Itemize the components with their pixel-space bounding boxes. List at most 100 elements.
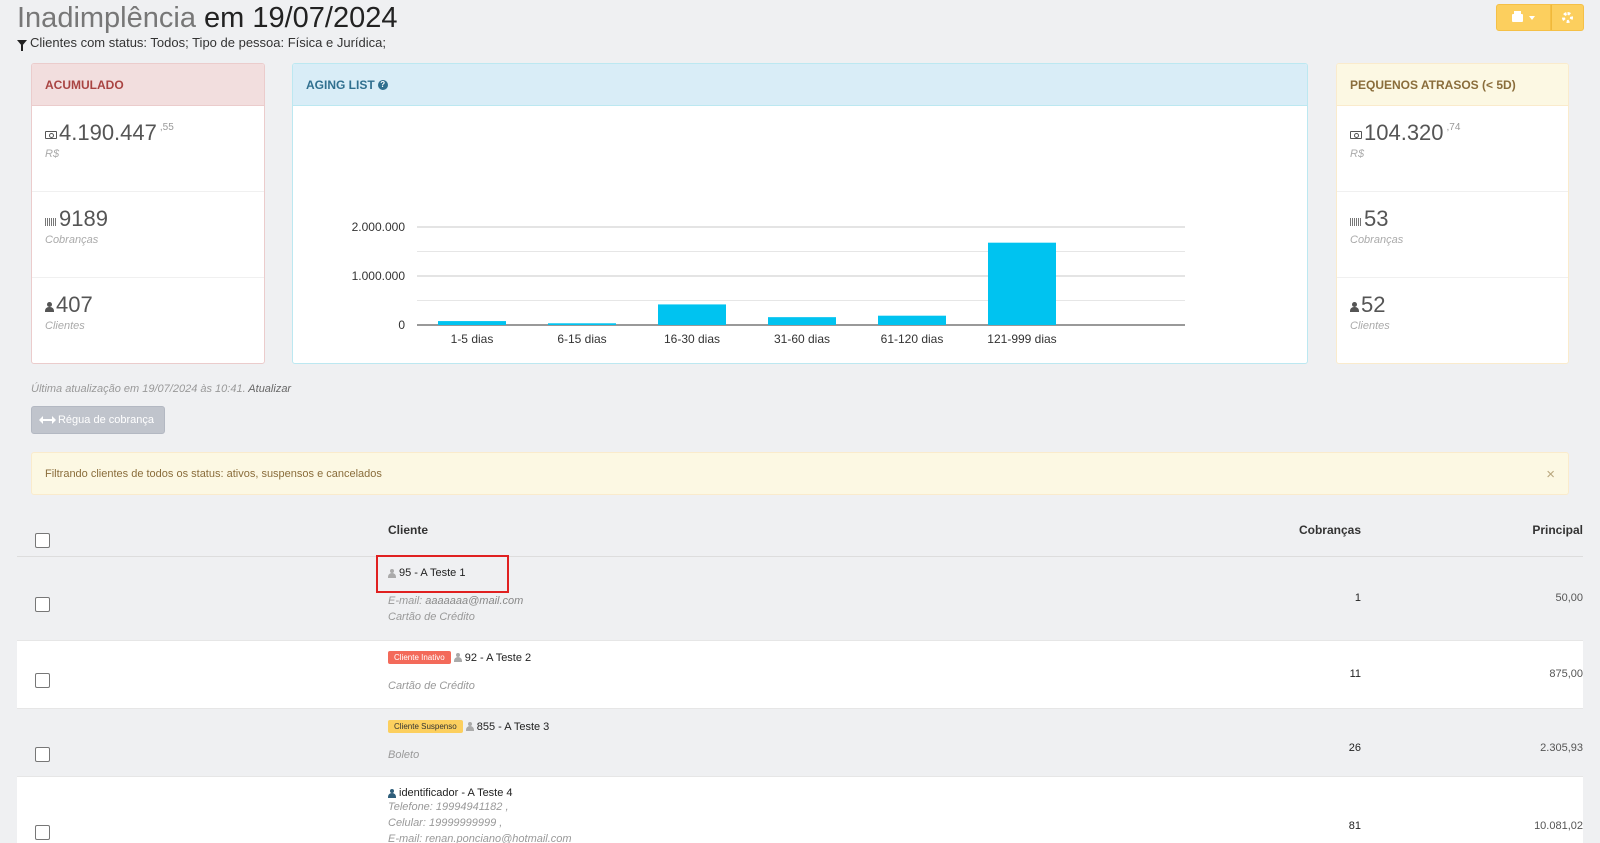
charges-cell: 81 — [1348, 820, 1361, 832]
filter-summary-text: Clientes com status: Todos; Tipo de pess… — [30, 35, 386, 50]
principal-cell: 2.305,93 — [1540, 742, 1583, 754]
row-checkbox[interactable] — [35, 673, 50, 688]
top-actions — [1496, 4, 1584, 31]
chart-x-tick-label: 6-15 dias — [557, 332, 606, 346]
table-row[interactable]: Cliente Inativo 92 - A Teste 2 Cartão de … — [17, 641, 1583, 709]
pequenos-charges-value: 53 — [1364, 206, 1389, 231]
filter-summary: Clientes com status: Todos; Tipo de pess… — [17, 35, 386, 51]
client-name-text: 855 - A Teste 3 — [476, 720, 550, 733]
regua-cobranca-label: Régua de cobrança — [57, 414, 154, 426]
user-icon — [465, 722, 474, 731]
client-name-text: identificador - A Teste 4 — [399, 787, 513, 799]
help-icon[interactable]: ? — [377, 79, 388, 90]
charges-cell: 26 — [1348, 742, 1361, 754]
client-details: Telefone: 19994941182 , Celular: 19999999… — [388, 799, 572, 843]
chart-x-tick-label: 61-120 dias — [881, 332, 944, 346]
client-name-text: 92 - A Teste 2 — [464, 651, 532, 664]
client-cell: Cliente Inativo 92 - A Teste 2 Cartão de … — [388, 651, 531, 694]
regua-cobranca-button[interactable]: Régua de cobrança — [31, 406, 165, 434]
acumulado-amount-label: R$ — [45, 148, 60, 160]
pequenos-amount-cents: ,74 — [1446, 122, 1461, 133]
pequenos-clients-value: 52 — [1361, 292, 1386, 317]
acumulado-amount: 4.190.447,55 R$ — [32, 106, 264, 192]
client-cell: Cliente Suspenso 855 - A Teste 3 Boleto — [388, 720, 549, 763]
chart-x-tick-label: 16-30 dias — [664, 332, 720, 346]
acumulado-charges: 9189 Cobranças — [32, 192, 264, 278]
client-name[interactable]: Cliente Suspenso 855 - A Teste 3 — [388, 720, 549, 733]
pequenos-amount-label: R$ — [1350, 148, 1365, 160]
last-update: Última atualização em 19/07/2024 às 10:4… — [31, 383, 291, 395]
page-title: Inadimplência em 19/07/2024 — [17, 2, 398, 35]
chart-bar — [988, 242, 1056, 325]
refresh-link[interactable]: Atualizar — [248, 383, 291, 395]
acumulado-charges-label: Cobranças — [45, 234, 99, 246]
acumulado-clients-label: Clientes — [45, 320, 85, 332]
client-name[interactable]: Cliente Inativo 92 - A Teste 2 — [388, 651, 531, 664]
client-payment: Boleto — [388, 749, 420, 761]
printer-icon — [1512, 10, 1523, 22]
charges-cell: 1 — [1354, 592, 1361, 604]
user-icon — [1350, 302, 1359, 312]
row-checkbox[interactable] — [35, 747, 50, 762]
money-icon — [45, 131, 57, 139]
pequenos-charges: 53 Cobranças — [1337, 192, 1568, 278]
chart-bar — [438, 321, 506, 325]
client-cell-phone: Celular: 19999999999 , — [388, 817, 503, 829]
last-update-text: Última atualização em 19/07/2024 às 10:4… — [31, 383, 246, 395]
user-icon — [388, 788, 396, 798]
chart-y-tick-label: 2.000.000 — [352, 220, 406, 234]
pequenos-heading: PEQUENOS ATRASOS (< 5D) — [1337, 64, 1568, 106]
close-icon[interactable]: × — [1546, 466, 1555, 483]
acumulado-panel: ACUMULADO 4.190.447,55 R$ 9189 Cobranças… — [31, 63, 265, 364]
acumulado-clients-value: 407 — [56, 292, 93, 317]
table-header: Cliente Cobranças Principal — [17, 510, 1583, 557]
user-icon — [453, 653, 462, 662]
print-dropdown-button[interactable] — [1496, 4, 1551, 31]
column-header-charges[interactable]: Cobranças — [1299, 523, 1361, 537]
aging-chart: 0 1.000.000 2.000.000 1-5 dias 6-15 dias 16-3… — [352, 220, 1185, 346]
aging-panel: AGING LIST? 0 1.000.000 2.000.000 1-5 dias 6… — [292, 63, 1308, 364]
client-payment: Cartão de Crédito — [388, 611, 475, 623]
filter-alert-text: Filtrando clientes de todos os status: a… — [45, 467, 382, 480]
settings-button[interactable] — [1551, 4, 1584, 31]
chart-y-tick-label: 0 — [398, 318, 405, 332]
status-badge-inactive: Cliente Inativo — [388, 651, 451, 664]
barcode-icon — [1350, 218, 1362, 226]
pequenos-clients: 52 Clientes — [1337, 278, 1568, 363]
table-row[interactable]: 95 - A Teste 1 E-mail: aaaaaaa@mail.com C… — [17, 557, 1583, 641]
chart-x-tick-label: 121-999 dias — [987, 332, 1056, 346]
client-phone: Telefone: 19994941182 , — [388, 801, 509, 813]
page-title-date: em 19/07/2024 — [204, 2, 398, 34]
client-name[interactable]: identificador - A Teste 4 — [388, 787, 572, 799]
aging-title: AGING LIST — [306, 77, 375, 92]
money-icon — [1350, 131, 1362, 139]
gear-icon — [1562, 12, 1573, 23]
highlight-box — [376, 555, 509, 593]
client-email: E-mail: renan.ponciano@hotmail.com — [388, 833, 572, 843]
pequenos-amount: 104.320,74 R$ — [1337, 106, 1568, 192]
client-email: aaaaaaa@mail.com — [425, 595, 524, 607]
table-row[interactable]: Cliente Suspenso 855 - A Teste 3 Boleto 2… — [17, 709, 1583, 777]
pequenos-amount-value: 104.320 — [1364, 120, 1444, 145]
column-header-principal[interactable]: Principal — [1532, 523, 1583, 537]
chart-bar — [768, 317, 836, 325]
column-header-client[interactable]: Cliente — [388, 523, 428, 537]
client-details: E-mail: aaaaaaa@mail.com Cartão de Crédit… — [388, 593, 523, 625]
chart-x-tick-label: 31-60 dias — [774, 332, 830, 346]
principal-cell: 10.081,02 — [1534, 820, 1583, 832]
caret-down-icon — [1529, 15, 1535, 20]
client-email-label: E-mail: — [388, 595, 423, 607]
acumulado-amount-cents: ,55 — [159, 122, 174, 133]
client-payment: Cartão de Crédito — [388, 680, 475, 692]
page-title-muted: Inadimplência — [17, 2, 196, 34]
filter-alert: Filtrando clientes de todos os status: a… — [31, 452, 1569, 495]
row-checkbox[interactable] — [35, 597, 50, 612]
row-checkbox[interactable] — [35, 825, 50, 840]
table-row[interactable]: identificador - A Teste 4 Telefone: 1999… — [17, 777, 1583, 843]
chart-y-tick-label: 1.000.000 — [352, 269, 406, 283]
arrows-horizontal-icon — [38, 416, 56, 424]
acumulado-clients: 407 Clientes — [32, 278, 264, 363]
select-all-checkbox[interactable] — [35, 533, 50, 548]
acumulado-amount-value: 4.190.447 — [59, 120, 157, 145]
principal-cell: 50,00 — [1555, 592, 1583, 604]
